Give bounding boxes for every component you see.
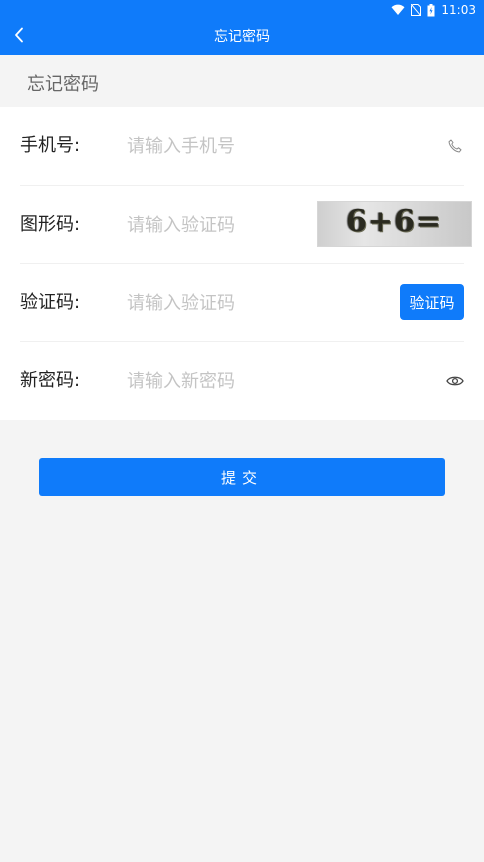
battery-icon	[427, 3, 435, 17]
sms-code-label: 验证码:	[20, 292, 81, 313]
no-sim-icon	[411, 4, 422, 16]
chevron-left-icon	[13, 27, 25, 47]
eye-icon[interactable]	[446, 370, 464, 392]
captcha-text: 6+6=	[346, 204, 443, 239]
phone-label: 手机号:	[20, 135, 81, 156]
phone-row: 手机号:	[20, 107, 464, 185]
new-password-input[interactable]	[127, 364, 327, 398]
captcha-label: 图形码:	[20, 214, 81, 235]
reset-password-form: 手机号: 图形码: 6+6= 验证码: 验证码 新密码:	[0, 107, 484, 420]
clock-time: 11:03	[441, 3, 476, 17]
page-title: 忘记密码	[214, 29, 270, 45]
sms-code-input[interactable]	[127, 286, 327, 320]
status-bar: 11:03	[0, 0, 484, 20]
get-code-button[interactable]: 验证码	[400, 284, 464, 320]
submit-button[interactable]: 提交	[39, 458, 445, 496]
sms-code-row: 验证码: 验证码	[20, 263, 464, 341]
wifi-icon	[391, 4, 405, 16]
back-button[interactable]	[6, 24, 32, 50]
captcha-row: 图形码: 6+6=	[20, 185, 472, 263]
phone-input[interactable]	[127, 129, 327, 163]
new-password-label: 新密码:	[20, 370, 81, 391]
phone-icon[interactable]	[446, 135, 464, 157]
captcha-input[interactable]	[127, 208, 327, 242]
nav-bar: 忘记密码	[0, 20, 484, 55]
captcha-image[interactable]: 6+6=	[317, 201, 472, 247]
new-password-row: 新密码:	[20, 341, 464, 419]
section-title: 忘记密码	[27, 74, 99, 95]
